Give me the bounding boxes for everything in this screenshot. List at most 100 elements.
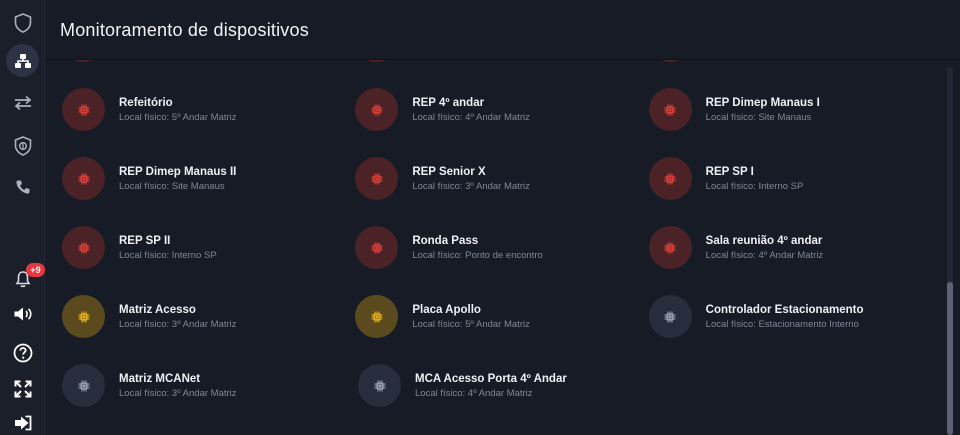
chip-icon [355, 88, 399, 131]
sidebar: +9 [0, 0, 45, 435]
chip-icon [355, 60, 399, 62]
chip-icon [648, 226, 692, 269]
device-name: Matriz Acesso [119, 303, 196, 316]
device-name: MCA Acesso Porta 4º Andar [415, 372, 567, 385]
speaker-icon[interactable] [6, 297, 39, 330]
phone-icon[interactable] [6, 170, 39, 203]
device-location: Local físico: 4º Andar Matriz [705, 249, 824, 261]
device-info: Matriz MCANet Local físico: 3º Andar Matr… [119, 372, 237, 400]
device-name: REP 4º andar [412, 96, 485, 109]
device-row: Matriz MCANet Local físico: 3º Andar Matr… [62, 351, 942, 420]
chip-icon [62, 364, 105, 407]
device-location: Local físico: Site Manaus [119, 180, 225, 192]
device-row: Refeitório Local físico: 5º Andar Matriz R… [62, 75, 942, 144]
device-card[interactable]: Controlador Estacionamento Local físico: … [648, 282, 942, 351]
logout-icon[interactable] [6, 406, 39, 435]
device-location: Local físico: 5º Andar Matriz [119, 111, 237, 123]
device-name: Controlador Estacionamento [705, 303, 864, 316]
device-card[interactable]: REP 4º andar Local físico: 4º Andar Matri… [355, 75, 648, 144]
device-info: Refeitório Local físico: 5º Andar Matriz [119, 96, 237, 124]
device-info: Controlador Estacionamento Local físico: … [706, 303, 864, 331]
chip-icon [62, 295, 105, 338]
chip-icon [355, 226, 399, 269]
device-card[interactable]: MCA Acesso Porta 4º Andar Local físico: 4… [358, 351, 654, 420]
device-list: Local físico: 1º Andar MatrizLocal físic… [45, 60, 960, 435]
device-name: REP Dimep Manaus II [119, 165, 237, 178]
chip-icon [648, 157, 692, 200]
device-card[interactable]: REP Dimep Manaus II Local físico: Site Ma… [62, 144, 355, 213]
device-name: Sala reunião 4º andar [705, 234, 823, 247]
device-name: Placa Apollo [412, 303, 481, 316]
device-name: REP SP I [705, 165, 754, 178]
chip-icon [355, 157, 399, 200]
device-info: REP SP II Local físico: Interno SP [119, 234, 217, 262]
device-card[interactable]: Refeitório Local físico: 5º Andar Matriz [62, 75, 355, 144]
device-name: Matriz MCANet [119, 372, 201, 385]
device-card[interactable]: Ronda Pass Local físico: Ponto de encontr… [355, 213, 648, 282]
device-location: Local físico: Interno SP [119, 249, 217, 261]
device-row: Matriz Acesso Local físico: 3º Andar Matr… [62, 282, 942, 351]
page-title: Monitoramento de dispositivos [60, 20, 309, 40]
shield-alert-icon[interactable] [6, 129, 39, 162]
device-location: Local físico: 3º Andar Matriz [119, 387, 237, 399]
device-info: Sala reunião 4º andar Local físico: 4º An… [706, 234, 824, 262]
chip-icon [62, 157, 105, 200]
device-name: REP Senior X [412, 165, 486, 178]
device-info: REP SP I Local físico: Interno SP [706, 165, 804, 193]
chip-icon [648, 295, 692, 338]
device-card[interactable]: Local físico: Senior SP [355, 60, 648, 75]
chip-icon [62, 226, 105, 269]
bell-icon[interactable]: +9 [6, 262, 45, 295]
device-card[interactable]: REP SP II Local físico: Interno SP [62, 213, 355, 282]
network-icon[interactable] [6, 44, 39, 77]
page-header: Monitoramento de dispositivos [45, 0, 960, 60]
device-name: Refeitório [119, 96, 173, 109]
device-card[interactable]: Sala reunião 4º andar Local físico: 4º An… [648, 213, 942, 282]
device-info: Placa Apollo Local físico: 5º Andar Matri… [412, 303, 530, 331]
device-row: REP SP II Local físico: Interno SP Ronda P… [62, 213, 942, 282]
transfer-arrows-icon[interactable] [6, 86, 39, 119]
device-info: Matriz Acesso Local físico: 3º Andar Matr… [119, 303, 237, 331]
device-info: MCA Acesso Porta 4º Andar Local físico: 4… [415, 372, 567, 400]
device-location: Local físico: 3º Andar Matriz [119, 318, 237, 330]
device-name: REP SP II [119, 234, 171, 247]
device-card[interactable]: Placa Apollo Local físico: 5º Andar Matri… [355, 282, 648, 351]
device-info: REP Dimep Manaus II Local físico: Site Ma… [119, 165, 236, 193]
device-info: REP 4º andar Local físico: 4º Andar Matri… [412, 96, 530, 124]
device-card[interactable]: Matriz MCANet Local físico: 3º Andar Matr… [62, 351, 358, 420]
chip-icon [355, 295, 399, 338]
device-location: Local físico: Ponto de encontro [412, 249, 543, 261]
scrollbar[interactable] [947, 67, 953, 435]
device-location: Local físico: Site Manaus [705, 111, 812, 123]
shield-icon[interactable] [6, 6, 39, 39]
device-card[interactable]: Local físico: Recepção SP [648, 60, 942, 75]
device-info: Ronda Pass Local físico: Ponto de encontr… [412, 234, 542, 262]
device-location: Local físico: 5º Andar Matriz [412, 318, 530, 330]
expand-icon[interactable] [6, 372, 39, 405]
scrollbar-thumb[interactable] [947, 282, 953, 435]
device-card[interactable]: REP Senior X Local físico: 3º Andar Matri… [355, 144, 648, 213]
device-card[interactable]: REP SP I Local físico: Interno SP [648, 144, 942, 213]
device-location: Local físico: 3º Andar Matriz [412, 180, 530, 192]
device-info: REP Dimep Manaus I Local físico: Site Man… [706, 96, 820, 124]
device-location: Local físico: 4º Andar Matriz [415, 387, 533, 399]
device-row: Local físico: 1º Andar MatrizLocal físic… [62, 60, 942, 75]
device-name: REP Dimep Manaus I [705, 96, 820, 109]
device-grid: Local físico: 1º Andar MatrizLocal físic… [62, 60, 942, 420]
device-card[interactable]: REP Dimep Manaus I Local físico: Site Man… [648, 75, 942, 144]
device-location: Local físico: Estacionamento Interno [705, 318, 859, 330]
device-name: Ronda Pass [412, 234, 479, 247]
chip-icon [648, 88, 692, 131]
device-card[interactable]: Matriz Acesso Local físico: 3º Andar Matr… [62, 282, 355, 351]
notification-badge: +9 [26, 263, 45, 277]
device-card[interactable]: Local físico: 1º Andar Matriz [62, 60, 355, 75]
chip-icon [62, 88, 105, 131]
chip-icon [648, 60, 692, 62]
device-row: REP Dimep Manaus II Local físico: Site Ma… [62, 144, 942, 213]
chip-icon [358, 364, 401, 407]
device-location: Local físico: 4º Andar Matriz [412, 111, 530, 123]
device-info: REP Senior X Local físico: 3º Andar Matri… [412, 165, 530, 193]
device-location: Local físico: Interno SP [705, 180, 804, 192]
chip-icon [62, 60, 105, 62]
help-icon[interactable] [6, 336, 39, 369]
